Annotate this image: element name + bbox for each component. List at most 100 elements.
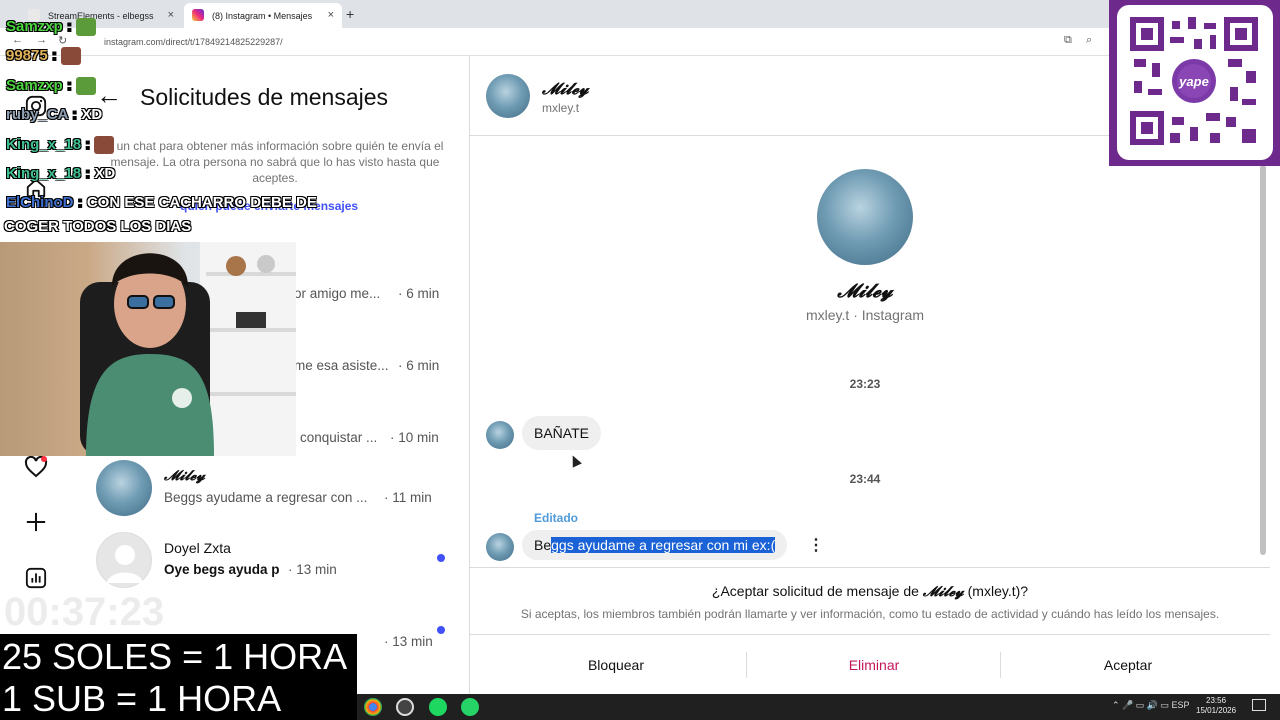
dashboard-chart-icon[interactable]: [24, 566, 48, 590]
delete-button[interactable]: Eliminar: [749, 645, 999, 685]
requests-title: Solicitudes de mensajes: [140, 84, 389, 110]
close-tab-icon[interactable]: ×: [328, 9, 334, 21]
unread-dot: [437, 626, 445, 634]
accept-note: Si aceptas, los miembros también podrán …: [520, 607, 1220, 621]
request-time: · 11 min: [384, 490, 432, 505]
accept-question-suffix: (mxley.t)?: [963, 583, 1029, 599]
profile-name: 𝓜𝓲𝓵𝓮𝔂: [837, 280, 893, 302]
obs-taskbar-icon[interactable]: [396, 698, 414, 716]
tab-title: (8) Instagram • Mensajes: [212, 10, 313, 21]
chat-message: Samzxp :: [6, 18, 97, 37]
chat-message: ElChinoD : CON ESE CACHARRO DEBE DE: [6, 194, 317, 211]
chat-text: XD: [94, 165, 116, 182]
request-time: · 6 min: [398, 286, 440, 301]
request-preview: me esa asiste...: [294, 358, 389, 373]
webcam-feed: [0, 242, 296, 456]
divider: [1000, 652, 1001, 678]
subathon-timer: 00:37:23: [4, 590, 165, 634]
chat-username: ruby_CA: [6, 106, 68, 123]
chrome-taskbar-icon[interactable]: [364, 698, 382, 716]
block-button[interactable]: Bloquear: [491, 645, 741, 685]
notifications-heart-icon[interactable]: [24, 455, 48, 479]
spotify-taskbar-icon[interactable]: [429, 698, 447, 716]
chat-message: King_x_18 :: [6, 136, 115, 155]
chat-username: King_x_18: [6, 165, 82, 182]
promo-line: 1 SUB = 1 HORA: [2, 678, 282, 719]
chat-username: ElChinoD: [6, 194, 74, 211]
unread-dot: [437, 554, 445, 562]
clock-date: 15/01/2026: [1196, 706, 1237, 715]
message-text: Be: [534, 537, 552, 553]
edited-label: Editado: [534, 511, 578, 525]
request-preview: or amigo me...: [294, 286, 381, 301]
system-tray[interactable]: ⌃ 🎤 ▭ 🔊 ▭ ESP: [1112, 700, 1189, 711]
face-emote-icon: [61, 47, 82, 66]
frog-emote-icon: [76, 77, 97, 96]
divider: [470, 567, 1270, 568]
message-timestamp: 23:23: [849, 377, 881, 391]
create-plus-icon[interactable]: [24, 510, 48, 534]
clock-time: 23:56: [1206, 696, 1227, 705]
request-row-miley[interactable]: 𝓜𝓲𝓵𝓮𝔂 Beggs ayudame a regresar con ... ·…: [72, 452, 469, 524]
chat-message: ruby_CA : XD: [6, 106, 103, 123]
chat-username: Samzxp: [6, 18, 63, 35]
chat-username: Samzxp: [6, 77, 63, 94]
chat-username: King_x_18: [6, 136, 82, 153]
chat-message-continuation: COGER TODOS LOS DIAS: [4, 218, 192, 235]
request-row-doyel[interactable]: Doyel Zxta Oye begs ayuda p · 13 min: [72, 524, 469, 596]
request-time: · 13 min: [288, 562, 337, 577]
accept-question: ¿Aceptar solicitud de mensaje de 𝓜𝓲𝓵𝓮𝔂 (…: [470, 583, 1270, 600]
install-app-icon[interactable]: ⧉: [1064, 34, 1072, 47]
whatsapp-taskbar-icon[interactable]: [461, 698, 479, 716]
notifications-icon[interactable]: [1252, 699, 1266, 711]
qr-code-image: yape: [1130, 17, 1258, 145]
taskbar-clock[interactable]: 23:56 15/01/2026: [1196, 696, 1236, 716]
profile-subtitle: mxley.t · Instagram: [806, 307, 924, 323]
request-name: 𝓜𝓲𝓵𝓮𝔂: [164, 468, 205, 484]
avatar-placeholder: [96, 532, 152, 588]
message-avatar: [486, 421, 514, 449]
zoom-icon[interactable]: ⌕: [1086, 34, 1092, 47]
message-bubble-selected[interactable]: Be ggs ayudame a regresar con mi ex:(: [522, 530, 788, 560]
face-emote-icon: [94, 136, 115, 155]
instagram-favicon: [192, 9, 204, 21]
selected-text: ggs ayudame a regresar con mi ex:(: [551, 537, 776, 553]
yape-logo-text: yape: [1178, 74, 1209, 89]
requests-info-text: e un chat para obtener más información s…: [106, 139, 444, 185]
header-name[interactable]: 𝓜𝓲𝓵𝓮𝔂: [542, 79, 589, 99]
avatar: [96, 460, 152, 516]
language-indicator: ESP: [1171, 700, 1190, 710]
request-time: · 10 min: [390, 430, 439, 445]
chat-username: 99875: [6, 47, 48, 64]
chat-message: Samzxp :: [6, 77, 97, 96]
message-timestamp: 23:44: [849, 472, 881, 486]
message-bubble[interactable]: BAÑATE: [522, 416, 601, 450]
scrollbar[interactable]: [1260, 165, 1266, 555]
chat-text: CON ESE CACHARRO DEBE DE: [86, 194, 317, 211]
accept-question-name: 𝓜𝓲𝓵𝓮𝔂: [922, 584, 964, 600]
new-tab-button[interactable]: +: [346, 6, 354, 22]
tab-instagram[interactable]: (8) Instagram • Mensajes ×: [184, 3, 342, 28]
divider: [746, 652, 747, 678]
request-time: · 6 min: [398, 358, 440, 373]
url-text[interactable]: instagram.com/direct/t/17849214825229287…: [104, 37, 283, 47]
accept-question-prefix: ¿Aceptar solicitud de mensaje de: [711, 583, 923, 599]
message-avatar: [486, 533, 514, 561]
chat-message: 99875 :: [6, 47, 82, 66]
request-preview: conquistar ...: [300, 430, 378, 445]
profile-avatar[interactable]: [817, 169, 913, 265]
close-tab-icon[interactable]: ×: [168, 9, 174, 21]
accept-button[interactable]: Aceptar: [1003, 645, 1253, 685]
request-preview: Beggs ayudame a regresar con ...: [164, 490, 368, 505]
request-preview: Oye begs ayuda p: [164, 562, 280, 577]
more-options-icon[interactable]: ⋮: [808, 535, 824, 555]
chat-text: XD: [81, 106, 103, 123]
request-name: Doyel Zxta: [164, 540, 231, 556]
mouse-cursor-icon: [568, 453, 582, 468]
promo-line: 25 SOLES = 1 HORA: [2, 636, 348, 677]
frog-emote-icon: [76, 18, 97, 37]
header-username: mxley.t: [542, 101, 580, 115]
header-avatar[interactable]: [486, 74, 530, 118]
request-time: · 13 min: [384, 634, 433, 646]
divider: [470, 634, 1270, 635]
